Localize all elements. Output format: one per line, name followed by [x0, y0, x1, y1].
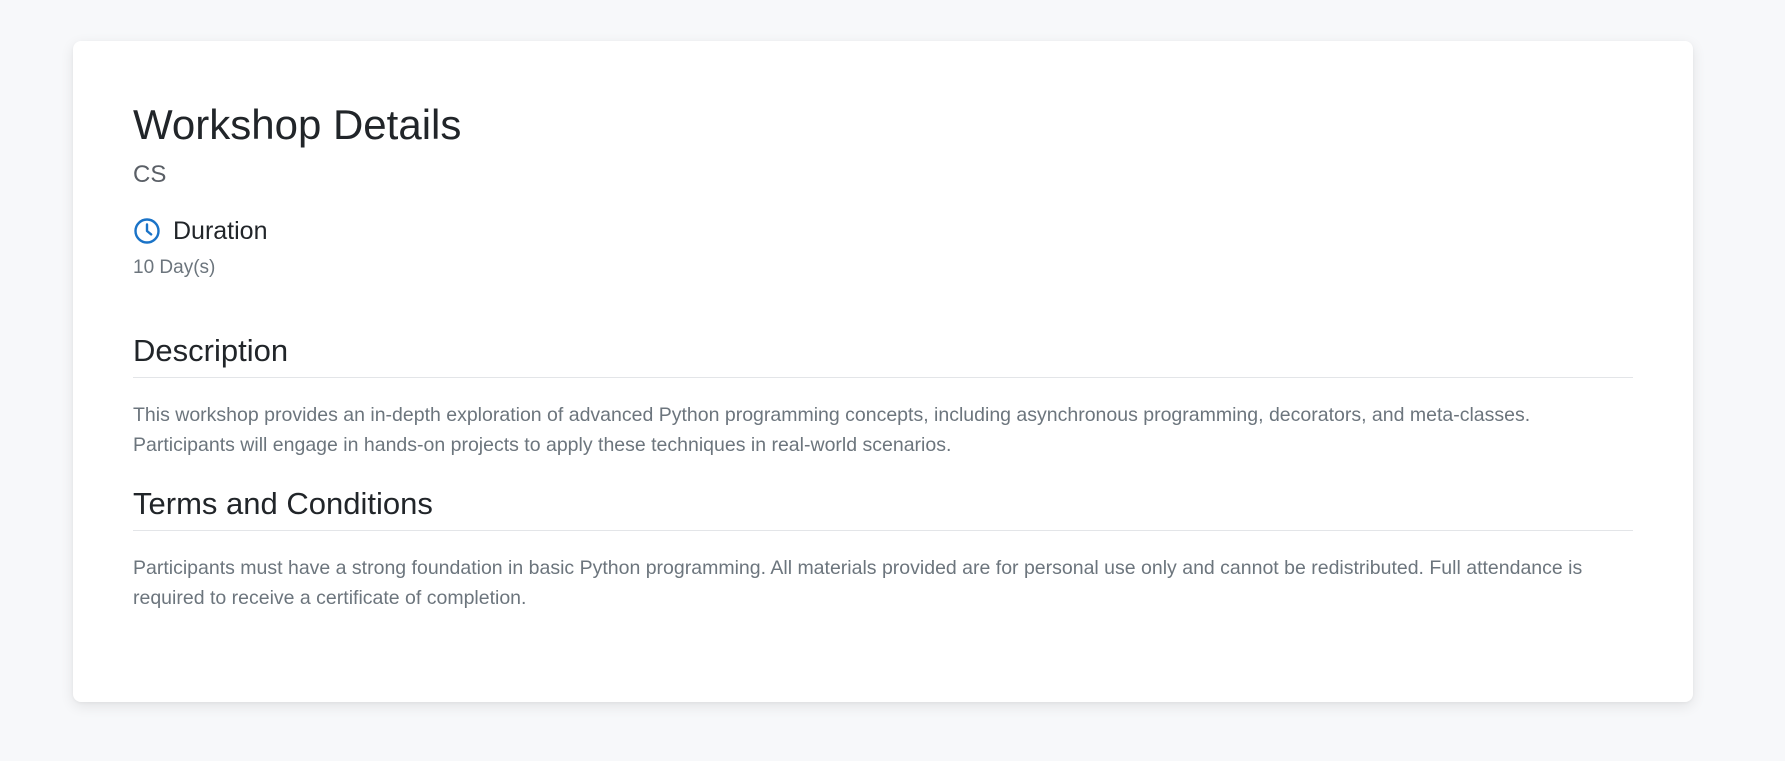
clock-icon [133, 217, 161, 245]
terms-text: Participants must have a strong foundati… [133, 557, 1583, 609]
duration-value: 10 Day(s) [133, 257, 216, 278]
page-title: Workshop Details [133, 101, 462, 148]
duration-row: Duration [133, 215, 1633, 247]
terms-section: Terms and Conditions Participants must h… [133, 485, 1633, 613]
workshop-category: CS [133, 161, 167, 188]
workshop-details-card: Workshop Details CS Duration 10 Day(s) D… [73, 41, 1693, 702]
duration-label: Duration [173, 217, 268, 245]
description-heading: Description [133, 332, 1633, 378]
description-section: Description This workshop provides an in… [133, 332, 1633, 460]
terms-heading: Terms and Conditions [133, 485, 1633, 531]
description-text: This workshop provides an in-depth explo… [133, 404, 1531, 456]
